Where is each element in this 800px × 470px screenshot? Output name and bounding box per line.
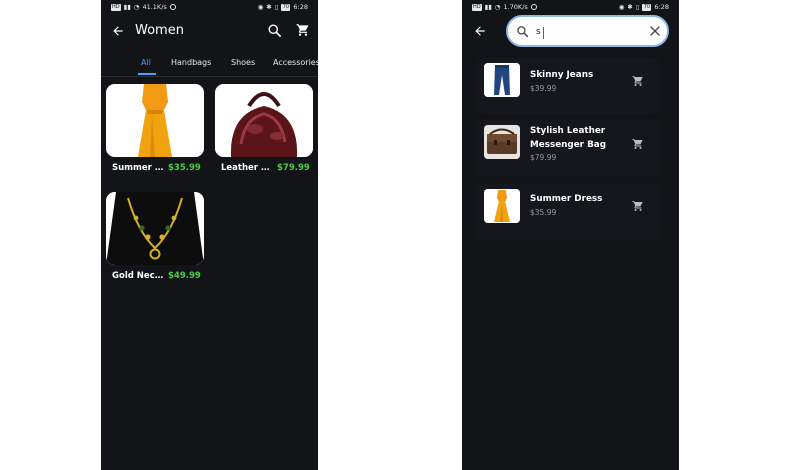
clear-icon[interactable] <box>649 25 661 37</box>
page-title: Women <box>135 23 184 38</box>
wifi-icon: ◔ <box>494 3 501 11</box>
search-result-messenger-bag[interactable]: Stylish Leather Messenger Bag $79.99 <box>476 120 660 176</box>
vibrate-icon: ▯ <box>635 3 640 11</box>
status-bar-right: ◉ ✱ ▯ 70 6:28 <box>619 0 669 14</box>
status-bar: HD ▮▮ ◔ 41.1K/s ◉ ✱ ▯ 70 6:28 <box>101 0 318 14</box>
app-notification-icon <box>169 4 176 10</box>
product-image[interactable] <box>215 84 313 157</box>
network-speed: 41.1K/s <box>142 3 167 11</box>
shopping-cart-icon[interactable] <box>296 23 310 37</box>
battery-icon: 70 <box>281 3 291 11</box>
search-field[interactable] <box>506 15 669 47</box>
product-image[interactable] <box>106 192 204 265</box>
back-arrow-icon[interactable] <box>111 24 125 38</box>
search-input[interactable] <box>536 23 636 41</box>
tabs-divider <box>101 76 318 77</box>
add-to-cart-icon[interactable] <box>632 75 644 87</box>
product-price: $49.99 <box>168 271 201 281</box>
search-result-summer-dress[interactable]: Summer Dress $35.99 <box>476 184 660 240</box>
clock: 6:28 <box>293 3 308 11</box>
product-name: Leather Handbag <box>221 163 275 173</box>
tab-handbags[interactable]: Handbags <box>171 52 211 74</box>
back-arrow-icon[interactable] <box>473 24 487 38</box>
network-icon: HD <box>111 3 121 11</box>
result-price: $39.99 <box>530 84 557 93</box>
status-bar-left: HD ▮▮ ◔ 41.1K/s <box>111 0 176 14</box>
eye-icon: ◉ <box>257 3 264 11</box>
result-name: Summer Dress <box>530 194 603 204</box>
result-price: $79.99 <box>530 153 557 162</box>
battery-icon: 70 <box>642 3 652 11</box>
result-thumbnail <box>484 125 520 159</box>
product-name: Summer Dress <box>112 163 166 173</box>
signal-icon: ▮▮ <box>123 3 131 11</box>
search-result-skinny-jeans[interactable]: Skinny Jeans $39.99 <box>476 58 660 114</box>
product-price: $35.99 <box>168 163 201 173</box>
wifi-icon: ◔ <box>133 3 140 11</box>
clock: 6:28 <box>654 3 669 11</box>
result-thumbnail <box>484 189 520 223</box>
category-tabs: All Handbags Shoes Accessories <box>101 52 318 76</box>
jeans-image <box>484 63 520 97</box>
gold-necklace-image <box>106 192 204 265</box>
network-icon: HD <box>472 3 482 11</box>
category-screen: HD ▮▮ ◔ 41.1K/s ◉ ✱ ▯ 70 6:28 Women All … <box>101 0 318 470</box>
status-bar-right: ◉ ✱ ▯ 70 6:28 <box>258 0 308 14</box>
eye-icon: ◉ <box>618 3 625 11</box>
tab-shoes[interactable]: Shoes <box>231 52 255 74</box>
network-speed: 1.70K/s <box>503 3 528 11</box>
add-to-cart-icon[interactable] <box>632 138 644 150</box>
app-notification-icon <box>530 4 537 10</box>
product-price: $79.99 <box>277 163 310 173</box>
orange-dress-image <box>106 84 204 157</box>
status-bar: HD ▮▮ ◔ 1.70K/s ◉ ✱ ▯ 70 6:28 <box>462 0 679 14</box>
search-screen: HD ▮▮ ◔ 1.70K/s ◉ ✱ ▯ 70 6:28 s Skinny J… <box>462 0 679 470</box>
status-bar-left: HD ▮▮ ◔ 1.70K/s <box>472 0 537 14</box>
result-name: Stylish Leather Messenger Bag <box>530 126 607 150</box>
tab-all[interactable]: All <box>141 52 151 74</box>
add-to-cart-icon[interactable] <box>632 200 644 212</box>
bluetooth-icon: ✱ <box>627 3 633 11</box>
vibrate-icon: ▯ <box>274 3 279 11</box>
text-cursor <box>543 27 544 39</box>
search-icon[interactable] <box>267 23 282 38</box>
bluetooth-icon: ✱ <box>266 3 272 11</box>
active-tab-indicator <box>138 73 156 75</box>
result-thumbnail <box>484 63 520 97</box>
burgundy-handbag-image <box>215 84 313 157</box>
result-name: Skinny Jeans <box>530 70 594 80</box>
messenger-bag-image <box>484 125 520 159</box>
product-name: Gold Necklace <box>112 271 166 281</box>
result-price: $35.99 <box>530 208 557 217</box>
tab-accessories[interactable]: Accessories <box>273 52 318 74</box>
product-image[interactable] <box>106 84 204 157</box>
orange-dress-image <box>484 189 520 223</box>
search-icon <box>517 26 529 38</box>
signal-icon: ▮▮ <box>484 3 492 11</box>
